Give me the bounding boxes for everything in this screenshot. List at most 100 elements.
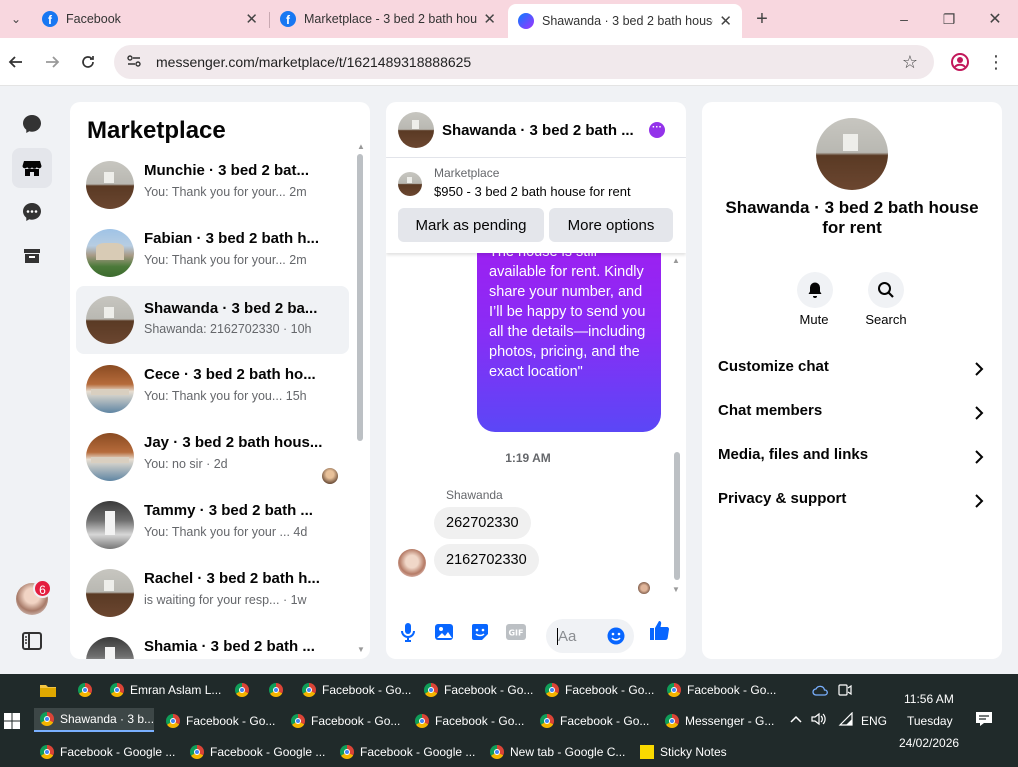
- chat-scrollbar[interactable]: [674, 452, 680, 580]
- taskbar-item[interactable]: Facebook - Go...: [415, 709, 525, 733]
- privacy-support-row[interactable]: Privacy & support: [718, 490, 988, 514]
- taskbar-item[interactable]: Sticky Notes: [640, 740, 777, 764]
- taskbar-item[interactable]: Facebook - Go...: [291, 709, 401, 733]
- reload-icon[interactable]: [76, 50, 100, 74]
- taskbar-item[interactable]: Messenger - G...: [665, 709, 777, 733]
- chats-icon[interactable]: [12, 104, 52, 144]
- more-options-button[interactable]: More options: [549, 208, 673, 242]
- taskbar-item[interactable]: Facebook - Go...: [424, 678, 534, 702]
- media-files-links-row[interactable]: Media, files and links: [718, 446, 988, 470]
- conversation-jay[interactable]: Jay · 3 bed 2 bath hous... You: no sir ·…: [76, 425, 349, 493]
- conversation-avatar: [86, 569, 134, 617]
- notifications-icon[interactable]: [975, 711, 993, 730]
- microphone-icon[interactable]: [397, 621, 419, 643]
- conversation-munchie[interactable]: Munchie · 3 bed 2 bat... You: Thank you …: [76, 153, 349, 221]
- tray-chevron-up-icon[interactable]: [790, 713, 802, 727]
- taskbar-item[interactable]: Facebook - Go...: [545, 678, 655, 702]
- clock-time[interactable]: 11:56 AM: [904, 692, 954, 706]
- customize-chat-row[interactable]: Customize chat: [718, 358, 988, 382]
- chat-members-row[interactable]: Chat members: [718, 402, 988, 426]
- browser-toolbar: messenger.com/marketplace/t/162148931888…: [0, 38, 1018, 86]
- mark-as-pending-button[interactable]: Mark as pending: [398, 208, 544, 242]
- conversation-cece[interactable]: Cece · 3 bed 2 bath ho... You: Thank you…: [76, 357, 349, 425]
- taskbar-item[interactable]: Facebook - Go...: [667, 678, 777, 702]
- list-scrollbar[interactable]: [357, 154, 363, 441]
- outgoing-message[interactable]: interest. The house is still available f…: [477, 222, 661, 432]
- minimize-button[interactable]: –: [892, 7, 916, 31]
- listing-title[interactable]: $950 - 3 bed 2 bath house for rent: [434, 184, 631, 199]
- taskbar-item[interactable]: Facebook - Go...: [540, 709, 650, 733]
- scroll-up-arrow-icon[interactable]: ▲: [357, 142, 365, 151]
- toggle-sidebar-icon[interactable]: [12, 621, 52, 661]
- chevron-right-icon: [975, 362, 984, 376]
- windows-start-icon[interactable]: [4, 709, 20, 733]
- chrome-icon[interactable]: [78, 678, 98, 702]
- conversation-rachel[interactable]: Rachel · 3 bed 2 bath h... is waiting fo…: [76, 561, 349, 629]
- chrome-icon: [110, 683, 124, 697]
- scroll-down-arrow-icon[interactable]: ▼: [357, 645, 365, 654]
- chrome-icon[interactable]: [235, 678, 255, 702]
- scroll-down-arrow-icon[interactable]: ▼: [672, 585, 680, 594]
- tab-facebook[interactable]: f Facebook ✕: [32, 4, 268, 34]
- incoming-message[interactable]: 262702330: [434, 507, 531, 539]
- photo-icon[interactable]: [433, 621, 455, 643]
- taskbar-item[interactable]: Facebook - Google ...: [40, 740, 180, 764]
- taskbar-item[interactable]: New tab - Google C...: [490, 740, 630, 764]
- volume-icon[interactable]: [811, 712, 827, 729]
- message-requests-icon[interactable]: [12, 192, 52, 232]
- wifi-icon[interactable]: [838, 711, 854, 729]
- chrome-icon[interactable]: [269, 678, 289, 702]
- clock-date[interactable]: 24/02/2026: [899, 736, 959, 750]
- message-input[interactable]: Aa: [546, 619, 634, 653]
- scroll-up-arrow-icon[interactable]: ▲: [672, 256, 680, 265]
- conversation-shamia[interactable]: Shamia · 3 bed 2 bath ...: [76, 629, 349, 659]
- taskbar-item-active[interactable]: Shawanda · 3 b...: [34, 708, 154, 732]
- close-window-button[interactable]: ✕: [983, 7, 1007, 31]
- incoming-message[interactable]: 2162702330: [434, 544, 539, 576]
- marketplace-icon[interactable]: [12, 148, 52, 188]
- sender-avatar[interactable]: [398, 549, 426, 577]
- taskbar-item[interactable]: Facebook - Google ...: [190, 740, 330, 764]
- taskbar-item[interactable]: Emran Aslam L...: [110, 678, 221, 702]
- conversation-shawanda[interactable]: Shawanda · 3 bed 2 ba... Shawanda: 21627…: [76, 286, 349, 354]
- profile-icon[interactable]: [948, 50, 972, 74]
- gif-icon[interactable]: GIF: [505, 621, 527, 643]
- listing-thumbnail[interactable]: [398, 172, 422, 196]
- bookmark-star-icon[interactable]: ☆: [898, 50, 922, 74]
- search-button[interactable]: [868, 272, 904, 308]
- file-explorer-icon[interactable]: [40, 678, 56, 702]
- close-tab-icon[interactable]: ✕: [245, 10, 258, 28]
- tab-search-chevron-icon[interactable]: ⌄: [4, 7, 28, 31]
- archive-icon[interactable]: [12, 236, 52, 276]
- mute-button[interactable]: [797, 272, 833, 308]
- back-arrow-icon[interactable]: [4, 50, 28, 74]
- close-tab-icon[interactable]: ✕: [483, 10, 496, 28]
- conversation-tammy[interactable]: Tammy · 3 bed 2 bath ... You: Thank you …: [76, 493, 349, 561]
- site-settings-icon[interactable]: [126, 53, 142, 72]
- tab-messenger-active[interactable]: Shawanda · 3 bed 2 bath house ✕: [508, 4, 742, 38]
- tray-app-icon[interactable]: [838, 678, 852, 702]
- new-tab-button[interactable]: +: [750, 7, 774, 31]
- tab-marketplace[interactable]: f Marketplace - 3 bed 2 bath hou ✕: [270, 4, 506, 34]
- conversation-fabian[interactable]: Fabian · 3 bed 2 bath h... You: Thank yo…: [76, 221, 349, 289]
- taskbar-item[interactable]: Facebook - Go...: [302, 678, 412, 702]
- contact-avatar[interactable]: [816, 118, 888, 190]
- address-bar[interactable]: messenger.com/marketplace/t/162148931888…: [114, 45, 934, 79]
- clock-day[interactable]: Tuesday: [907, 714, 953, 728]
- language-indicator[interactable]: ENG: [861, 714, 887, 728]
- chrome-icon: [545, 683, 559, 697]
- emoji-icon[interactable]: [607, 627, 625, 648]
- chat-title[interactable]: Shawanda · 3 bed 2 bath ...: [442, 122, 634, 139]
- sticker-icon[interactable]: [469, 621, 491, 643]
- close-tab-icon[interactable]: ✕: [719, 12, 732, 30]
- chat-avatar[interactable]: [398, 112, 434, 148]
- taskbar-item[interactable]: Facebook - Google ...: [340, 740, 480, 764]
- onedrive-icon[interactable]: [812, 678, 828, 702]
- like-thumbs-up-icon[interactable]: [648, 619, 670, 641]
- taskbar-item[interactable]: Facebook - Go...: [166, 709, 276, 733]
- forward-arrow-icon[interactable]: [40, 50, 64, 74]
- browser-menu-icon[interactable]: ⋮: [984, 50, 1008, 74]
- conversation-info-icon[interactable]: ···: [649, 122, 665, 138]
- chrome-icon: [40, 745, 54, 759]
- maximize-button[interactable]: ❐: [937, 7, 961, 31]
